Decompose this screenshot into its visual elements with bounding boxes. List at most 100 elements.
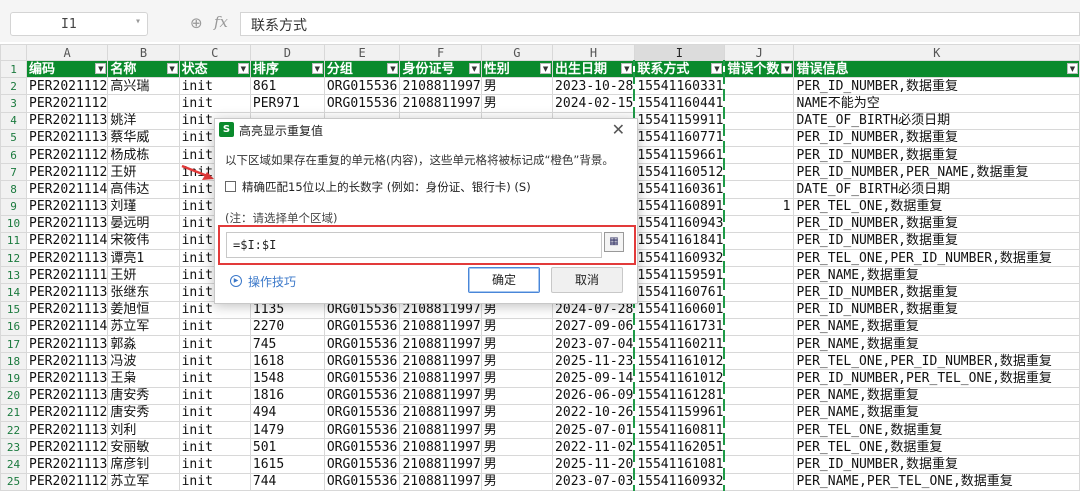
cell[interactable] <box>723 403 795 422</box>
cell[interactable]: ORG015536 <box>323 352 401 371</box>
cell[interactable] <box>723 386 795 405</box>
filter-dropdown-icon[interactable]: ▼ <box>540 63 552 74</box>
row-number[interactable]: 18 <box>0 352 28 371</box>
cell[interactable]: 苏立军 <box>107 317 180 337</box>
row-number[interactable]: 25 <box>0 472 28 491</box>
cell[interactable]: 1 <box>723 197 795 216</box>
row-number[interactable]: 2 <box>0 77 28 96</box>
cell[interactable] <box>723 214 795 233</box>
cell[interactable]: 745 <box>249 334 325 354</box>
cell[interactable]: PER2021113 <box>26 249 109 268</box>
cell[interactable]: 张继东 <box>107 283 180 302</box>
cell[interactable]: 男 <box>480 472 554 491</box>
cell[interactable]: 王妍 <box>107 163 180 182</box>
cell[interactable]: 2023-07-03 <box>552 472 635 491</box>
cell[interactable]: 高兴瑞 <box>107 77 180 96</box>
cell[interactable]: 15541162051 <box>633 438 726 457</box>
cell[interactable]: 861 <box>249 77 325 96</box>
row-number[interactable]: 9 <box>0 197 28 216</box>
cell[interactable]: init <box>178 386 251 405</box>
row-number[interactable]: 12 <box>0 249 28 268</box>
header-cell[interactable]: 出生日期 ▼ <box>552 59 635 79</box>
cell[interactable]: 15541161012 <box>633 352 726 371</box>
cell[interactable] <box>723 317 795 337</box>
cell[interactable]: PER2021112 <box>26 403 109 422</box>
cell[interactable]: DATE_OF_BIRTH必须日期 <box>793 180 1080 199</box>
cell[interactable]: 15541160512 <box>633 163 726 182</box>
cell[interactable]: DATE_OF_BIRTH必须日期 <box>793 111 1080 130</box>
cell[interactable]: 15541161841 <box>633 231 726 251</box>
row-number[interactable]: 19 <box>0 369 28 388</box>
cell[interactable]: init <box>178 403 251 422</box>
cell[interactable]: ORG015536 <box>323 403 401 422</box>
cell[interactable]: ORG015536 <box>323 369 401 388</box>
column-header-g[interactable]: G <box>480 44 554 61</box>
cell[interactable]: PER_ID_NUMBER,数据重复 <box>793 128 1080 147</box>
cell[interactable]: 2025-11-20 <box>552 455 635 474</box>
cell[interactable]: PER2021113 <box>26 300 109 319</box>
cell[interactable]: PER_ID_NUMBER,PER_TEL_ONE,数据重复 <box>793 369 1080 388</box>
cell[interactable]: PER_TEL_ONE,数据重复 <box>793 197 1080 216</box>
cell[interactable]: ORG015536 <box>323 317 401 337</box>
cell[interactable]: 男 <box>480 77 554 96</box>
cell[interactable]: 2108811997 <box>399 77 482 96</box>
cell[interactable]: 2025-11-23 <box>552 352 635 371</box>
row-number[interactable]: 22 <box>0 420 28 440</box>
column-header-f[interactable]: F <box>399 44 482 61</box>
cell[interactable] <box>723 77 795 96</box>
row-number[interactable]: 21 <box>0 403 28 422</box>
cell[interactable]: 杨成栋 <box>107 145 180 165</box>
cell[interactable]: init <box>178 317 251 337</box>
cell[interactable]: 15541159911 <box>633 111 726 130</box>
cell[interactable]: PER_TEL_ONE,PER_ID_NUMBER,数据重复 <box>793 249 1080 268</box>
cell[interactable]: 高伟达 <box>107 180 180 199</box>
cell[interactable]: 郭淼 <box>107 334 180 354</box>
row-number[interactable]: 1 <box>0 59 28 79</box>
cell[interactable]: 姜旭恒 <box>107 300 180 319</box>
cell[interactable]: 2023-10-28 <box>552 77 635 96</box>
cell[interactable]: 2108811997 <box>399 438 482 457</box>
cell[interactable]: 2024-02-15 <box>552 94 635 113</box>
cell[interactable]: 1618 <box>249 352 325 371</box>
row-number[interactable]: 13 <box>0 266 28 285</box>
cell[interactable]: PER2021112 <box>26 77 109 96</box>
play-icon[interactable]: ▶ <box>230 275 242 287</box>
row-number[interactable]: 6 <box>0 145 28 165</box>
cell[interactable]: 2108811997 <box>399 403 482 422</box>
cell[interactable] <box>723 231 795 251</box>
cell[interactable]: PER_NAME,数据重复 <box>793 317 1080 337</box>
cell[interactable] <box>723 472 795 491</box>
chevron-down-icon[interactable]: ▾ <box>135 16 141 27</box>
cell[interactable]: PER2021113 <box>26 128 109 147</box>
cell[interactable] <box>723 352 795 371</box>
fx-icon[interactable]: fx <box>214 13 228 31</box>
cell[interactable]: 男 <box>480 438 554 457</box>
cell[interactable]: PER2021111 <box>26 266 109 285</box>
cell[interactable]: PER2021113 <box>26 197 109 216</box>
cell[interactable]: 15541161731 <box>633 317 726 337</box>
cell[interactable]: init <box>178 420 251 440</box>
cell[interactable]: 1816 <box>249 386 325 405</box>
filter-dropdown-icon[interactable]: ▼ <box>387 63 399 74</box>
header-cell[interactable]: 状态 ▼ <box>178 59 251 79</box>
cell[interactable]: init <box>178 77 251 96</box>
cell[interactable]: 刘瑾 <box>107 197 180 216</box>
cell[interactable]: 男 <box>480 369 554 388</box>
cell[interactable]: 2026-06-09 <box>552 386 635 405</box>
cell[interactable] <box>723 145 795 165</box>
cell[interactable]: 安丽敏 <box>107 438 180 457</box>
cell[interactable]: 15541160361 <box>633 180 726 199</box>
cell[interactable]: init <box>178 369 251 388</box>
cell[interactable]: 15541160943 <box>633 214 726 233</box>
header-cell[interactable]: 分组 ▼ <box>323 59 401 79</box>
cell[interactable]: 王妍 <box>107 266 180 285</box>
cell[interactable]: 晏远明 <box>107 214 180 233</box>
cell[interactable]: 15541160771 <box>633 128 726 147</box>
cell[interactable]: PER2021113 <box>26 455 109 474</box>
row-number[interactable]: 3 <box>0 94 28 113</box>
cell[interactable]: 15541159661 <box>633 145 726 165</box>
cell[interactable]: 男 <box>480 352 554 371</box>
cell[interactable]: 男 <box>480 455 554 474</box>
cell[interactable]: 王枭 <box>107 369 180 388</box>
cell[interactable]: 冯波 <box>107 352 180 371</box>
